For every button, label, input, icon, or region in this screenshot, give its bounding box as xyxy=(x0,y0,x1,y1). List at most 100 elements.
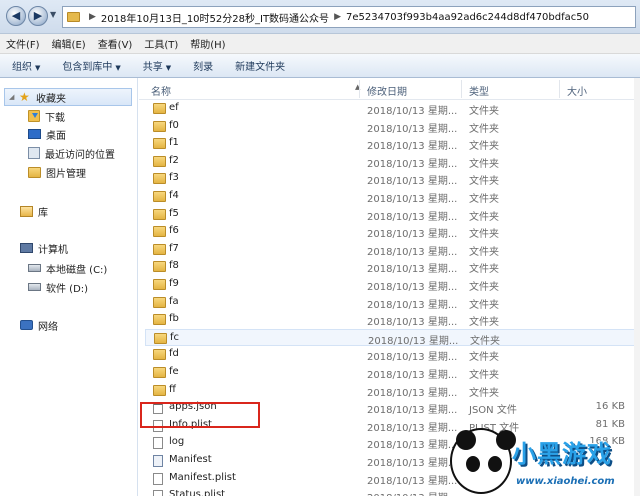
breadcrumb-separator-icon[interactable]: ▶ xyxy=(89,12,96,22)
file-name: fc xyxy=(170,332,180,343)
nav-item-network[interactable]: 网络 xyxy=(20,316,58,334)
panda-eye xyxy=(466,456,480,472)
file-date: 2018/10/13 星期... xyxy=(367,489,457,496)
table-row[interactable]: f5 2018/10/13 星期... 文件夹 xyxy=(145,206,635,223)
folder-icon xyxy=(153,349,166,360)
nav-item-recent[interactable]: 最近访问的位置 xyxy=(28,144,115,162)
table-row[interactable]: f4 2018/10/13 星期... 文件夹 xyxy=(145,188,635,205)
nav-item-label: 软件 (D:) xyxy=(46,283,89,295)
recent-pages-dropdown-icon[interactable]: ▼ xyxy=(50,10,56,19)
hard-drive-icon xyxy=(28,264,41,272)
menu-help[interactable]: 帮助(H) xyxy=(190,36,225,51)
breadcrumb-separator-icon[interactable]: ▶ xyxy=(334,12,341,22)
file-type: 文件夹 xyxy=(469,247,499,258)
nav-item-label: 网络 xyxy=(38,321,58,333)
table-row[interactable]: f2 2018/10/13 星期... 文件夹 xyxy=(145,153,635,170)
share-button[interactable]: 共享 ▼ xyxy=(143,58,171,73)
folder-icon xyxy=(153,138,166,149)
file-date: 2018/10/13 星期... xyxy=(367,352,458,363)
menu-view[interactable]: 查看(V) xyxy=(98,36,133,51)
table-row[interactable]: fa 2018/10/13 星期... 文件夹 xyxy=(145,294,635,311)
file-date: 2018/10/13 星期... xyxy=(367,282,458,293)
back-button[interactable]: ◀ xyxy=(6,6,26,26)
table-row[interactable]: f6 2018/10/13 星期... 文件夹 xyxy=(145,223,635,240)
file-type: 文件夹 xyxy=(469,141,499,152)
nav-item-computer[interactable]: 计算机 xyxy=(20,239,68,257)
panda-ear xyxy=(456,430,476,450)
file-type: 文件夹 xyxy=(469,124,499,135)
address-bar[interactable]: ▶ 2018年10月13日_10时52分28秒_IT数码通公众号 ▶ 7e523… xyxy=(62,6,636,28)
menu-tools[interactable]: 工具(T) xyxy=(144,36,178,51)
nav-item-drive-c[interactable]: 本地磁盘 (C:) xyxy=(28,259,107,277)
file-type: 文件夹 xyxy=(469,300,499,311)
file-type: 文件夹 xyxy=(469,388,499,399)
organize-button[interactable]: 组织 ▼ xyxy=(12,58,40,73)
column-header-size[interactable]: 大小 xyxy=(567,83,587,98)
column-divider[interactable] xyxy=(461,80,462,98)
table-row[interactable]: ef 2018/10/13 星期... 文件夹 xyxy=(145,100,635,117)
file-type: JSON 文件 xyxy=(469,405,517,416)
column-header-type[interactable]: 类型 xyxy=(469,83,489,98)
nav-item-drive-d[interactable]: 软件 (D:) xyxy=(28,278,88,296)
file-date: 2018/10/13 星期... xyxy=(368,336,459,347)
chevron-down-icon[interactable]: ◢ xyxy=(9,93,14,101)
column-header-row: 名称 ▲ 修改日期 类型 大小 xyxy=(139,78,640,100)
nav-item-label: 最近访问的位置 xyxy=(45,149,115,161)
forward-button[interactable]: ▶ xyxy=(28,6,48,26)
folder-icon xyxy=(153,226,166,237)
nav-item-desktop[interactable]: 桌面 xyxy=(28,125,66,143)
folder-icon xyxy=(67,12,80,22)
table-row[interactable]: f3 2018/10/13 星期... 文件夹 xyxy=(145,170,635,187)
file-type: 文件夹 xyxy=(469,282,499,293)
table-row[interactable]: f9 2018/10/13 星期... 文件夹 xyxy=(145,276,635,293)
file-date: 2018/10/13 星期... xyxy=(367,458,458,469)
breadcrumb-segment[interactable]: 7e5234703f993b4aa92ad6c244d8df470bdfac50 xyxy=(346,12,589,23)
column-divider[interactable] xyxy=(359,80,360,98)
table-row[interactable]: fe 2018/10/13 星期... 文件夹 xyxy=(145,364,635,381)
folder-icon xyxy=(153,244,166,255)
folder-icon xyxy=(153,191,166,202)
table-row[interactable]: fd 2018/10/13 星期... 文件夹 xyxy=(145,346,635,363)
chevron-down-icon: ▼ xyxy=(35,64,41,72)
file-date: 2018/10/13 星期... xyxy=(367,264,458,275)
file-name: f8 xyxy=(169,260,179,271)
download-icon xyxy=(28,110,40,122)
menu-edit[interactable]: 编辑(E) xyxy=(52,36,86,51)
menu-file[interactable]: 文件(F) xyxy=(6,36,40,51)
column-header-date[interactable]: 修改日期 xyxy=(367,83,407,98)
column-divider[interactable] xyxy=(559,80,560,98)
table-row[interactable]: f7 2018/10/13 星期... 文件夹 xyxy=(145,241,635,258)
table-row[interactable]: f1 2018/10/13 星期... 文件夹 xyxy=(145,135,635,152)
nav-item-favorites[interactable]: ◢ ★ 收藏夹 xyxy=(4,88,132,106)
nav-item-pictures[interactable]: 图片管理 xyxy=(28,163,86,181)
panda-eye xyxy=(488,456,502,472)
file-date: 2018/10/13 星期... xyxy=(367,159,458,170)
file-name: fb xyxy=(169,313,179,324)
chevron-down-icon: ▼ xyxy=(165,64,172,72)
file-date: 2018/10/13 星期... xyxy=(367,247,458,258)
table-row[interactable]: f8 2018/10/13 星期... 文件夹 xyxy=(145,258,635,275)
nav-item-libraries[interactable]: 库 xyxy=(20,202,48,220)
new-folder-button[interactable]: 新建文件夹 xyxy=(235,58,285,73)
share-label: 共享 xyxy=(142,62,163,73)
nav-item-downloads[interactable]: 下载 xyxy=(28,107,65,125)
nav-item-label: 库 xyxy=(38,207,48,219)
table-row[interactable]: fc 2018/10/13 星期... 文件夹 xyxy=(145,329,635,347)
breadcrumb-segment[interactable]: 2018年10月13日_10时52分28秒_IT数码通公众号 xyxy=(101,10,329,25)
table-row[interactable]: ff 2018/10/13 星期... 文件夹 xyxy=(145,382,635,399)
table-row[interactable]: f0 2018/10/13 星期... 文件夹 xyxy=(145,118,635,135)
chevron-down-icon: ▼ xyxy=(115,64,121,72)
file-size: 16 KB xyxy=(595,401,625,412)
nav-item-label: 图片管理 xyxy=(46,168,86,180)
file-date: 2018/10/13 星期... xyxy=(367,106,458,117)
star-icon: ★ xyxy=(19,90,30,104)
file-type: 文件夹 xyxy=(470,336,500,347)
file-name: ef xyxy=(169,102,179,113)
file-name: f6 xyxy=(169,225,179,236)
column-header-name[interactable]: 名称 xyxy=(151,83,171,98)
menu-bar: 文件(F) 编辑(E) 查看(V) 工具(T) 帮助(H) xyxy=(0,34,640,54)
burn-button[interactable]: 刻录 xyxy=(193,58,213,73)
file-name: Manifest.plist xyxy=(169,472,236,483)
table-row[interactable]: fb 2018/10/13 星期... 文件夹 xyxy=(145,311,635,328)
include-in-library-button[interactable]: 包含到库中 ▼ xyxy=(62,58,120,73)
